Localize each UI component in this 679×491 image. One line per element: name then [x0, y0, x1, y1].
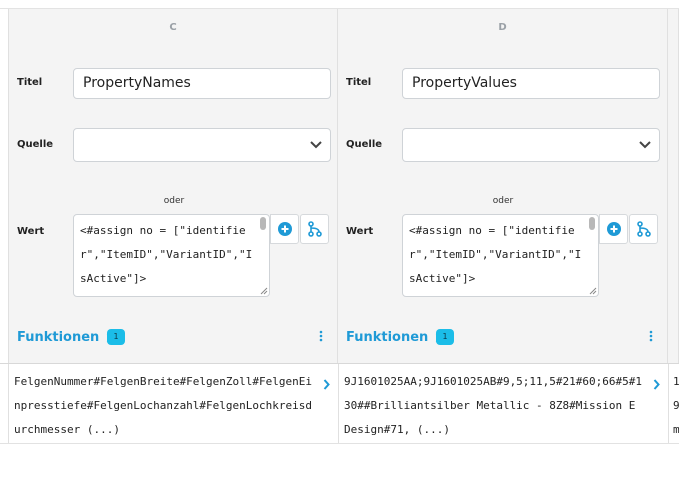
column-letter: D: [498, 22, 507, 33]
value-code-editor[interactable]: <#assign no = ["identifier","ItemID","Va…: [402, 214, 599, 297]
value-code-text: <#assign no = ["identifier","ItemID","Va…: [409, 224, 582, 285]
functions-link[interactable]: Funktionen: [17, 330, 114, 345]
chevron-right-icon[interactable]: [323, 379, 330, 390]
preview-cell-e-partial: 1 9 m: [668, 364, 679, 443]
more-vertical-icon[interactable]: [319, 330, 323, 342]
preview-cell-c[interactable]: FelgenNummer#FelgenBreite#FelgenZoll#Fel…: [8, 364, 338, 443]
add-function-button[interactable]: [599, 214, 628, 244]
add-function-button[interactable]: [270, 214, 299, 244]
value-label: Wert: [346, 226, 374, 237]
title-input[interactable]: PropertyNames: [73, 68, 331, 99]
column-letter: C: [169, 22, 177, 33]
source-select[interactable]: [73, 128, 331, 162]
functions-label: Funktionen: [17, 330, 100, 345]
scrollbar-thumb[interactable]: [589, 217, 595, 230]
title-label: Titel: [17, 77, 43, 88]
resize-grip-icon[interactable]: [259, 286, 268, 295]
preview-cell-d[interactable]: 9J1601025AA;9J1601025AB#9,5;11,5#21#60;6…: [338, 364, 668, 443]
scrollbar-thumb[interactable]: [260, 217, 266, 230]
functions-count-badge: 1: [107, 329, 125, 345]
column-c-config: C Titel PropertyNames Quelle oder Wert <…: [8, 9, 338, 363]
value-code-editor[interactable]: <#assign no = ["identifier","ItemID","Va…: [73, 214, 270, 297]
title-label: Titel: [346, 77, 372, 88]
column-d-config: D Titel PropertyValues Quelle oder Wert …: [338, 9, 668, 363]
column-e-config-partial: [668, 9, 679, 363]
source-label: Quelle: [346, 139, 383, 150]
source-label: Quelle: [17, 139, 54, 150]
plus-circle-icon: [606, 222, 621, 236]
chevron-right-icon[interactable]: [653, 379, 660, 390]
preview-cell-value: FelgenNummer#FelgenBreite#FelgenZoll#Fel…: [14, 375, 313, 436]
value-code-text: <#assign no = ["identifier","ItemID","Va…: [80, 224, 253, 285]
chevron-down-icon: [639, 141, 651, 149]
variable-tree-button[interactable]: [300, 214, 329, 244]
or-label: oder: [163, 196, 185, 206]
chevron-down-icon: [310, 141, 322, 149]
functions-label: Funktionen: [346, 330, 429, 345]
functions-count-badge: 1: [436, 329, 454, 345]
title-input[interactable]: PropertyValues: [402, 68, 660, 99]
branch-icon: [636, 221, 651, 237]
variable-tree-button[interactable]: [629, 214, 658, 244]
preview-row: FelgenNummer#FelgenBreite#FelgenZoll#Fel…: [0, 363, 679, 444]
resize-grip-icon[interactable]: [588, 286, 597, 295]
functions-link[interactable]: Funktionen: [346, 330, 443, 345]
value-label: Wert: [17, 226, 45, 237]
plus-circle-icon: [277, 222, 292, 236]
or-label: oder: [492, 196, 514, 206]
preview-cell-value: 9J1601025AA;9J1601025AB#9,5;11,5#21#60;6…: [344, 375, 643, 436]
source-select[interactable]: [402, 128, 660, 162]
more-vertical-icon[interactable]: [649, 330, 653, 342]
branch-icon: [307, 221, 322, 237]
